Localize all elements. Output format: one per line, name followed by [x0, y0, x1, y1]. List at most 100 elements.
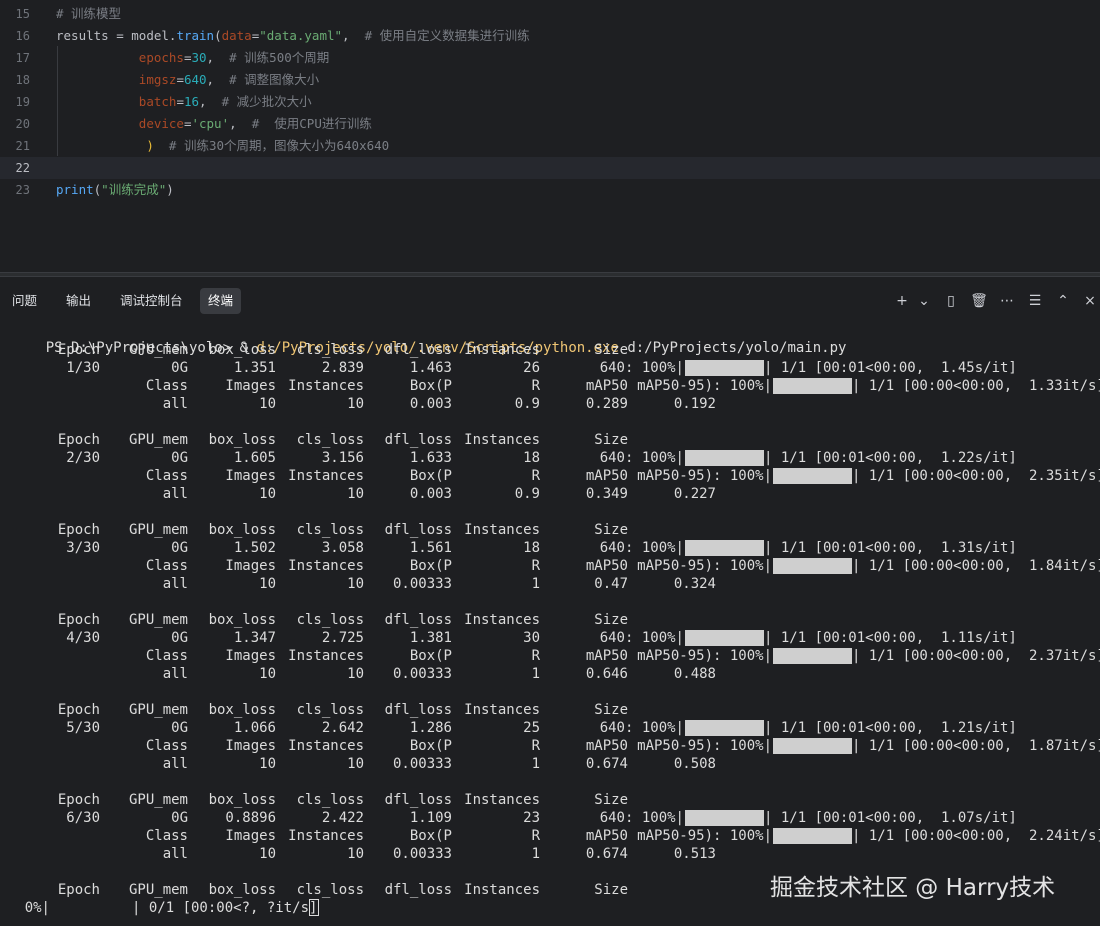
val-header-cell: R [531, 468, 540, 484]
train-header-cell: dfl_loss [384, 882, 452, 898]
val-header-cell: Images [225, 738, 276, 754]
progress-bar-fill [773, 558, 852, 574]
panel-tab-bar: 问题 输出 调试控制台 终端 + ⌄ ▯ 🗑 ⋯ ☰ ⌃ × [0, 277, 1100, 321]
train-header-cell: dfl_loss [384, 522, 452, 538]
code-line[interactable]: 18 imgsz=640, # 调整图像大小 [0, 69, 1100, 91]
code-line[interactable]: 16 results = model.train(data="data.yaml"… [0, 25, 1100, 47]
val-value-cell: 0.00333 [392, 846, 452, 862]
code-line[interactable]: 17 epochs=30, # 训练500个周期 [0, 47, 1100, 69]
val-progress-label: mAP50-95): 100%| [637, 648, 772, 664]
split-terminal-icon[interactable]: ▯ [941, 291, 961, 311]
val-value-cell: 0.513 [673, 846, 716, 862]
train-header-cell: GPU_mem [128, 432, 188, 448]
train-value-cell: 30 [523, 630, 540, 646]
more-icon[interactable]: ⋯ [997, 291, 1017, 311]
train-header-cell: Epoch [57, 792, 100, 808]
code-token: 30 [191, 50, 207, 65]
code-token: # 使用CPU进行训练 [251, 116, 372, 131]
val-value-cell: 10 [259, 666, 276, 682]
train-header-cell: Size [594, 432, 628, 448]
close-icon[interactable]: × [1080, 291, 1100, 311]
panel-tab[interactable]: 问题 [4, 288, 45, 314]
train-value-cell: 18 [523, 540, 540, 556]
val-value-cell: all [162, 666, 188, 682]
code-text: # 训练模型 [56, 5, 121, 23]
code-line[interactable]: 22 [0, 157, 1100, 179]
val-value-cell: 0.00333 [392, 666, 452, 682]
train-header-cell: GPU_mem [128, 522, 188, 538]
trash-icon[interactable]: 🗑 [969, 291, 989, 311]
panel-tab[interactable]: 终端 [200, 288, 242, 314]
line-number: 17 [15, 51, 30, 65]
val-value-cell: 0.00333 [392, 756, 452, 772]
val-value-cell: 0.00333 [392, 576, 452, 592]
code-token: , [199, 94, 222, 109]
chevron-up-icon[interactable]: ⌃ [1053, 291, 1073, 311]
code-text: print("训练完成") [56, 181, 174, 199]
train-value-cell: 1.633 [409, 450, 452, 466]
val-value-cell: 0.003 [409, 486, 452, 502]
code-token: "训练完成" [101, 182, 167, 197]
code-token: = [108, 28, 132, 43]
progress-bar-fill [773, 378, 852, 394]
val-progress-label: mAP50-95): 100%| [637, 738, 772, 754]
panel-tab[interactable]: 输出 [58, 288, 99, 314]
train-header-cell: Epoch [57, 342, 100, 358]
code-editor[interactable]: 15 # 训练模型 16 results = model.train(data="da… [0, 0, 1100, 272]
val-header-cell: Instances [288, 828, 364, 844]
val-progress-label: mAP50-95): 100%| [637, 558, 772, 574]
val-header-cell: Box(P [409, 738, 452, 754]
code-token: # 训练模型 [56, 6, 122, 21]
script-path: d:/PyProjects/yolo/main.py [618, 340, 847, 356]
line-number: 22 [15, 161, 30, 175]
chevron-down-icon[interactable]: ⌄ [914, 291, 934, 311]
train-header-cell: cls_loss [296, 702, 364, 718]
train-progress-stats: | 1/1 [00:01<00:00, 1.21s/it] [764, 720, 1017, 736]
line-number: 19 [15, 95, 30, 109]
train-header-cell: box_loss [208, 702, 276, 718]
val-header-cell: Instances [288, 648, 364, 664]
train-header-cell: Instances [464, 522, 540, 538]
val-header-cell: mAP50 [585, 378, 628, 394]
code-line[interactable]: 20 device='cpu', # 使用CPU进行训练 [0, 113, 1100, 135]
val-value-cell: 1 [531, 846, 540, 862]
line-number: 20 [15, 117, 30, 131]
code-token: model [131, 28, 169, 43]
progress-bar-fill [685, 720, 764, 736]
train-value-cell: 0G [171, 720, 188, 736]
code-line[interactable]: 21 ) # 训练30个周期，图像大小为640x640 [0, 135, 1100, 157]
line-number: 23 [15, 183, 30, 197]
train-header-cell: GPU_mem [128, 612, 188, 628]
train-header-cell: Size [594, 792, 628, 808]
train-header-cell: box_loss [208, 882, 276, 898]
panel-tab[interactable]: 调试控制台 [112, 288, 191, 314]
code-line[interactable]: 19 batch=16, # 减少批次大小 [0, 91, 1100, 113]
settings-sliders-icon[interactable]: ☰ [1025, 291, 1045, 311]
add-terminal-icon[interactable]: + [892, 291, 912, 311]
train-header-cell: Epoch [57, 522, 100, 538]
val-value-cell: all [162, 846, 188, 862]
train-value-cell: 2.725 [321, 630, 364, 646]
train-header-cell: Size [594, 522, 628, 538]
val-value-cell: 0.227 [673, 486, 716, 502]
train-header-cell: Instances [464, 882, 540, 898]
train-header-cell: box_loss [208, 612, 276, 628]
val-header-cell: Box(P [409, 468, 452, 484]
train-value-cell: 1.561 [409, 540, 452, 556]
val-value-cell: 10 [259, 576, 276, 592]
code-line[interactable]: 23 print("训练完成") [0, 179, 1100, 201]
val-value-cell: 0.488 [673, 666, 716, 682]
code-line[interactable]: 15 # 训练模型 [0, 3, 1100, 25]
val-header-cell: Box(P [409, 558, 452, 574]
train-header-cell: Size [594, 702, 628, 718]
terminal-output[interactable]: PS D:\PyProjects\yolo> & d:/PyProjects/y… [0, 321, 1100, 926]
val-value-cell: 0.674 [585, 846, 628, 862]
train-value-cell: 1.066 [233, 720, 276, 736]
train-header-cell: box_loss [208, 432, 276, 448]
val-value-cell: 10 [347, 846, 364, 862]
